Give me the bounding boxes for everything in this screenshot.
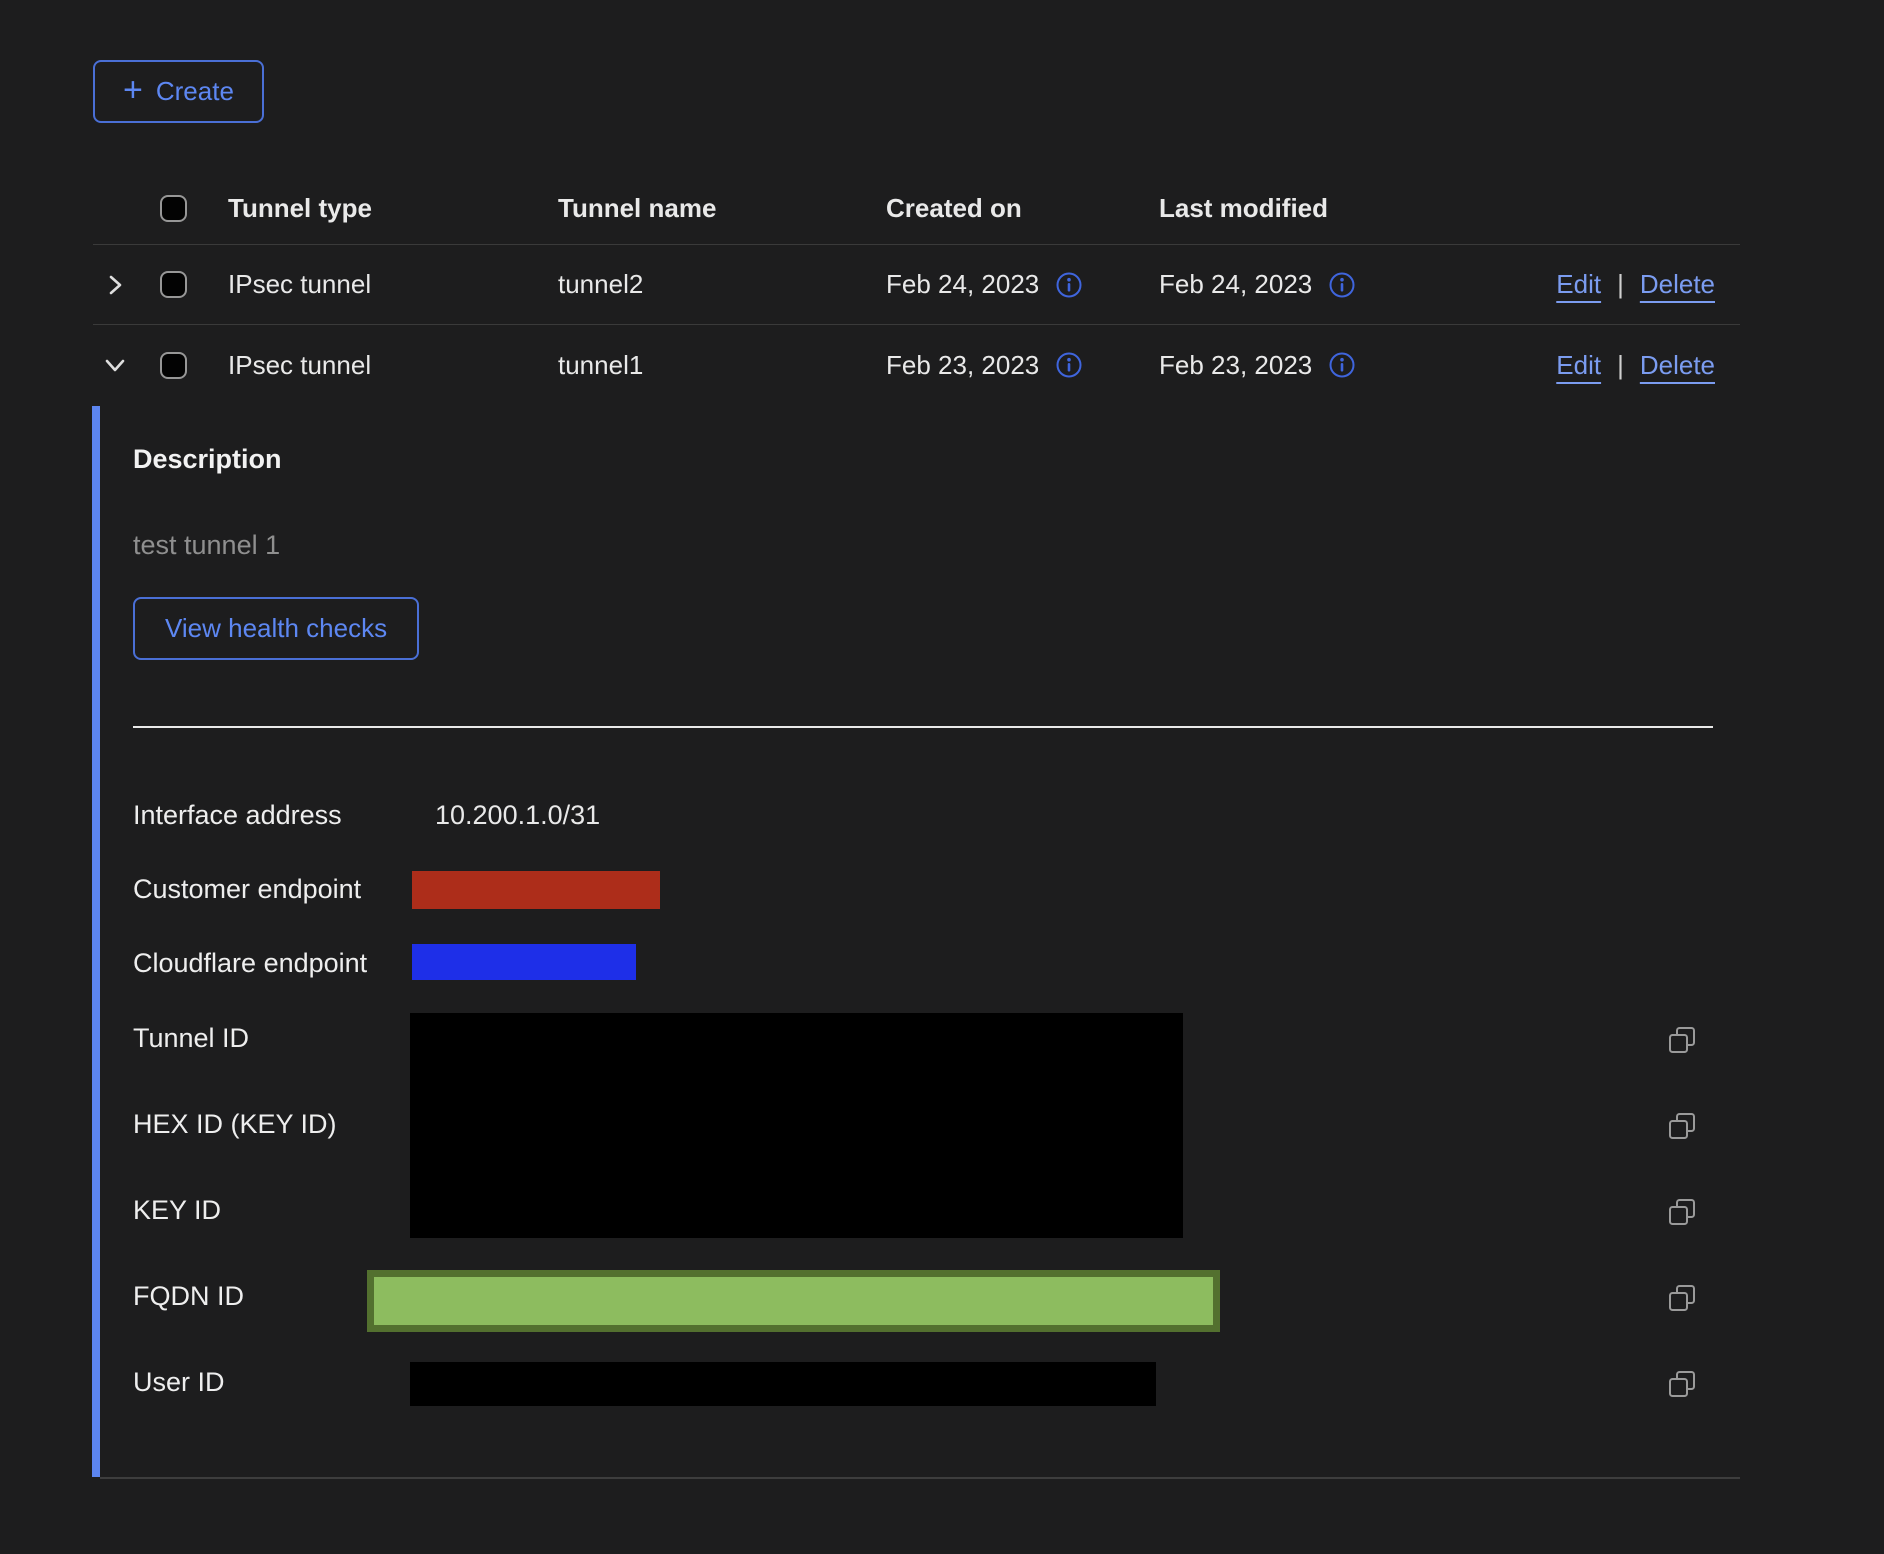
created-on-cell: Feb 24, 2023 (886, 269, 1039, 300)
copy-icon (1666, 1196, 1698, 1228)
table-row-tunnel1: IPsec tunnel tunnel1 Feb 23, 2023 Feb 23… (93, 325, 1740, 405)
table-row-tunnel2: IPsec tunnel tunnel2 Feb 24, 2023 Feb 24… (93, 245, 1740, 325)
cloudflare-endpoint-redacted-value (412, 944, 636, 980)
cloudflare-endpoint-label: Cloudflare endpoint (133, 947, 367, 979)
copy-icon (1666, 1110, 1698, 1142)
column-header-tunnel-type: Tunnel type (228, 193, 558, 224)
description-value: test tunnel 1 (133, 530, 280, 561)
interface-address-label: Interface address (133, 799, 342, 831)
last-modified-cell: Feb 24, 2023 (1159, 269, 1312, 300)
ipsec-tunnels-page: + Create Tunnel type Tunnel name Created… (0, 0, 1884, 1554)
copy-hex-id-button[interactable] (1666, 1110, 1698, 1142)
hex-id-label: HEX ID (KEY ID) (133, 1108, 337, 1140)
delete-link[interactable]: Delete (1640, 350, 1715, 381)
delete-link[interactable]: Delete (1640, 269, 1715, 300)
copy-icon (1666, 1282, 1698, 1314)
tunnel-type-cell: IPsec tunnel (228, 350, 558, 381)
description-label: Description (133, 444, 282, 475)
panel-bottom-divider (100, 1477, 1740, 1479)
expand-row-button[interactable] (102, 272, 128, 298)
column-header-created-on: Created on (886, 193, 1159, 224)
view-health-checks-button[interactable]: View health checks (133, 597, 419, 660)
edit-link[interactable]: Edit (1556, 350, 1601, 381)
key-id-label: KEY ID (133, 1194, 221, 1226)
plus-icon: + (123, 73, 143, 107)
fqdn-id-label: FQDN ID (133, 1280, 244, 1312)
copy-user-id-button[interactable] (1666, 1368, 1698, 1400)
copy-key-id-button[interactable] (1666, 1196, 1698, 1228)
panel-divider (133, 726, 1713, 728)
user-id-label: User ID (133, 1366, 225, 1398)
create-button[interactable]: + Create (93, 60, 264, 123)
chevron-right-icon (102, 272, 128, 298)
interface-address-value: 10.200.1.0/31 (435, 799, 600, 831)
collapse-row-button[interactable] (102, 352, 128, 378)
last-modified-cell: Feb 23, 2023 (1159, 350, 1312, 381)
tunnel-name-cell: tunnel1 (558, 350, 886, 381)
row-checkbox[interactable] (160, 271, 187, 298)
customer-endpoint-redacted-value (412, 871, 660, 909)
table-header-row: Tunnel type Tunnel name Created on Last … (93, 173, 1740, 245)
select-all-checkbox[interactable] (160, 195, 187, 222)
tunnel-name-cell: tunnel2 (558, 269, 886, 300)
tunnel-id-label: Tunnel ID (133, 1022, 249, 1054)
ids-redacted-values (410, 1013, 1183, 1238)
column-header-tunnel-name: Tunnel name (558, 193, 886, 224)
info-icon[interactable] (1055, 271, 1083, 299)
copy-icon (1666, 1024, 1698, 1056)
user-id-redacted-value (410, 1362, 1156, 1406)
actions-separator: | (1617, 269, 1624, 300)
chevron-down-icon (102, 352, 128, 378)
customer-endpoint-label: Customer endpoint (133, 873, 361, 905)
expanded-row-accent-bar (92, 406, 100, 1477)
info-icon[interactable] (1328, 271, 1356, 299)
created-on-cell: Feb 23, 2023 (886, 350, 1039, 381)
tunnel-type-cell: IPsec tunnel (228, 269, 558, 300)
column-header-last-modified: Last modified (1159, 193, 1520, 224)
tunnels-table: Tunnel type Tunnel name Created on Last … (93, 173, 1740, 405)
info-icon[interactable] (1055, 351, 1083, 379)
create-button-label: Create (156, 76, 234, 107)
info-icon[interactable] (1328, 351, 1356, 379)
edit-link[interactable]: Edit (1556, 269, 1601, 300)
copy-tunnel-id-button[interactable] (1666, 1024, 1698, 1056)
actions-separator: | (1617, 350, 1624, 381)
fqdn-id-redacted-value (367, 1270, 1220, 1332)
copy-fqdn-id-button[interactable] (1666, 1282, 1698, 1314)
copy-icon (1666, 1368, 1698, 1400)
row-checkbox[interactable] (160, 352, 187, 379)
